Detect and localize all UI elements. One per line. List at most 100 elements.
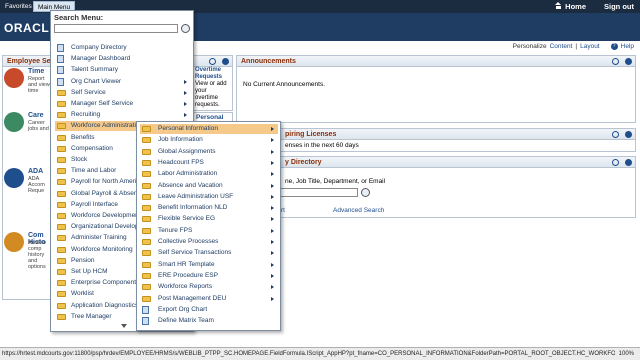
submenu-item[interactable]: Self Service Transactions [140,248,278,258]
favorites-menu[interactable]: Favorites [2,1,35,12]
zoom-level[interactable]: 100% [614,348,634,360]
oracle-logo: ORACL [4,21,50,35]
home-link[interactable]: Home [555,2,586,11]
folder-icon [57,246,66,253]
submenu-item[interactable]: Collective Processes [140,237,278,247]
menu-item-label: Company Directory [71,44,127,51]
folder-icon [57,224,66,231]
submenu-item[interactable]: Labor Administration [140,169,278,179]
page-icon [142,317,149,326]
menu-item[interactable]: Org Chart Viewer [55,77,191,87]
refresh-icon[interactable] [209,58,216,65]
chevron-right-icon [184,79,187,84]
folder-icon [142,205,151,212]
refresh-icon[interactable] [612,159,619,166]
submenu-item-label: Absence and Vacation [158,181,223,189]
chevron-right-icon [271,217,274,222]
submenu-item[interactable]: Define Matrix Team [140,316,278,326]
menu-item-label: Manager Dashboard [71,55,131,63]
submenu-item-label: Smart HR Template [158,260,215,268]
menu-search-input[interactable] [54,24,178,33]
help-link[interactable]: Help [621,43,634,50]
refresh-icon[interactable] [612,58,619,65]
sign-out-link[interactable]: Sign out [604,2,634,11]
submenu-item[interactable]: Export Org Chart [140,305,278,315]
pagelet-title: y Directory [285,159,322,166]
folder-icon [57,291,66,298]
submenu-item-label: Personal Information [158,125,218,132]
remove-icon[interactable] [222,58,229,65]
remove-icon[interactable] [625,131,632,138]
ess-item-title[interactable]: Time [28,68,44,75]
submenu-item[interactable]: Global Assignments [140,147,278,157]
pagelet-header: piring Licenses [237,129,635,140]
submenu-item[interactable]: Job Information [140,135,278,145]
remove-icon[interactable] [625,159,632,166]
announcements-body: No Current Announcements. [243,81,326,88]
menu-item[interactable]: Company Directory [55,43,191,53]
menu-item[interactable]: Manager Self Service [55,99,191,109]
personalize-label: Personalize [512,43,547,50]
menu-item[interactable]: Manager Dashboard [55,54,191,64]
menu-item-label: Compensation [71,144,113,152]
advanced-search-link[interactable]: Advanced Search [333,207,384,214]
menu-item[interactable]: Talent Summary [55,65,191,75]
chevron-right-icon [184,102,187,106]
overtime-content: Overtime Requests View or add your overt… [195,67,231,109]
directory-hint: ne, Job Title, Department, or Email [285,178,386,185]
submenu-item[interactable]: Tenure FPS [140,226,278,236]
personalize-layout-link[interactable]: Layout [580,43,600,50]
menu-search-go-icon[interactable] [181,24,190,33]
search-menu-label: Search Menu: [54,13,104,22]
separator: | [575,43,578,50]
folder-icon [57,134,66,141]
folder-icon [57,112,66,119]
help-icon[interactable]: ? [610,43,618,50]
pagelet-header: Announcements [237,56,635,67]
submenu-item-label: Global Assignments [158,147,216,155]
page-icon [57,77,64,86]
submenu-item[interactable]: Smart HR Template [140,260,278,270]
menu-item-label: Stock [71,156,88,163]
submenu-item-label: Post Management DEU [158,294,227,302]
menu-item-label: Workforce Development [71,212,141,219]
personalize-content-link[interactable]: Content [550,43,573,50]
submenu-item[interactable]: Flexible Service EG [140,214,278,224]
submenu-item[interactable]: Benefit Information NLD [140,203,278,213]
chevron-right-icon [184,113,187,118]
menu-item[interactable]: Recruiting [55,110,191,120]
directory-search-go-icon[interactable] [361,188,370,197]
submenu-item-label: Job Information [158,136,203,144]
directory-search-link[interactable]: rt [281,207,285,214]
submenu-item-label: Leave Administration USF [158,192,234,200]
submenu-item[interactable]: Workforce Reports [140,282,278,292]
chevron-right-icon [271,149,274,154]
overtime-title[interactable]: Overtime Requests [195,67,222,80]
submenu-item-label: Collective Processes [158,238,219,245]
ess-item-title[interactable]: Care [28,112,44,119]
home-icon [555,2,562,9]
submenu-item[interactable]: Personal Information [140,124,278,134]
expiring-body: enses in the next 60 days [285,142,359,149]
menu-item-label: Global Payroll & Absence [71,189,145,197]
submenu-item-label: Flexible Service EG [158,215,216,223]
chevron-right-icon [271,240,274,244]
remove-icon[interactable] [625,58,632,65]
submenu-item[interactable]: ERE Procedure ESP [140,271,278,281]
menu-item-label: Enterprise Components [71,279,140,287]
menu-item[interactable]: Self Service [55,88,191,98]
menu-item-label: Manager Self Service [71,100,134,107]
scroll-down-icon[interactable] [121,324,127,328]
submenu-item-label: Workforce Reports [158,283,213,291]
refresh-icon[interactable] [612,131,619,138]
submenu-item-label: Labor Administration [158,170,218,178]
chevron-right-icon [271,127,274,131]
submenu-item[interactable]: Absence and Vacation [140,181,278,191]
ess-item-title[interactable]: ADA [28,168,43,175]
submenu-item[interactable]: Leave Administration USF [140,192,278,202]
menu-item-label: Set Up HCM [71,268,108,275]
folder-icon [142,227,151,234]
submenu-item[interactable]: Headcount FPS [140,158,278,168]
submenu-item[interactable]: Post Management DEU [140,294,278,304]
folder-icon [142,284,151,291]
